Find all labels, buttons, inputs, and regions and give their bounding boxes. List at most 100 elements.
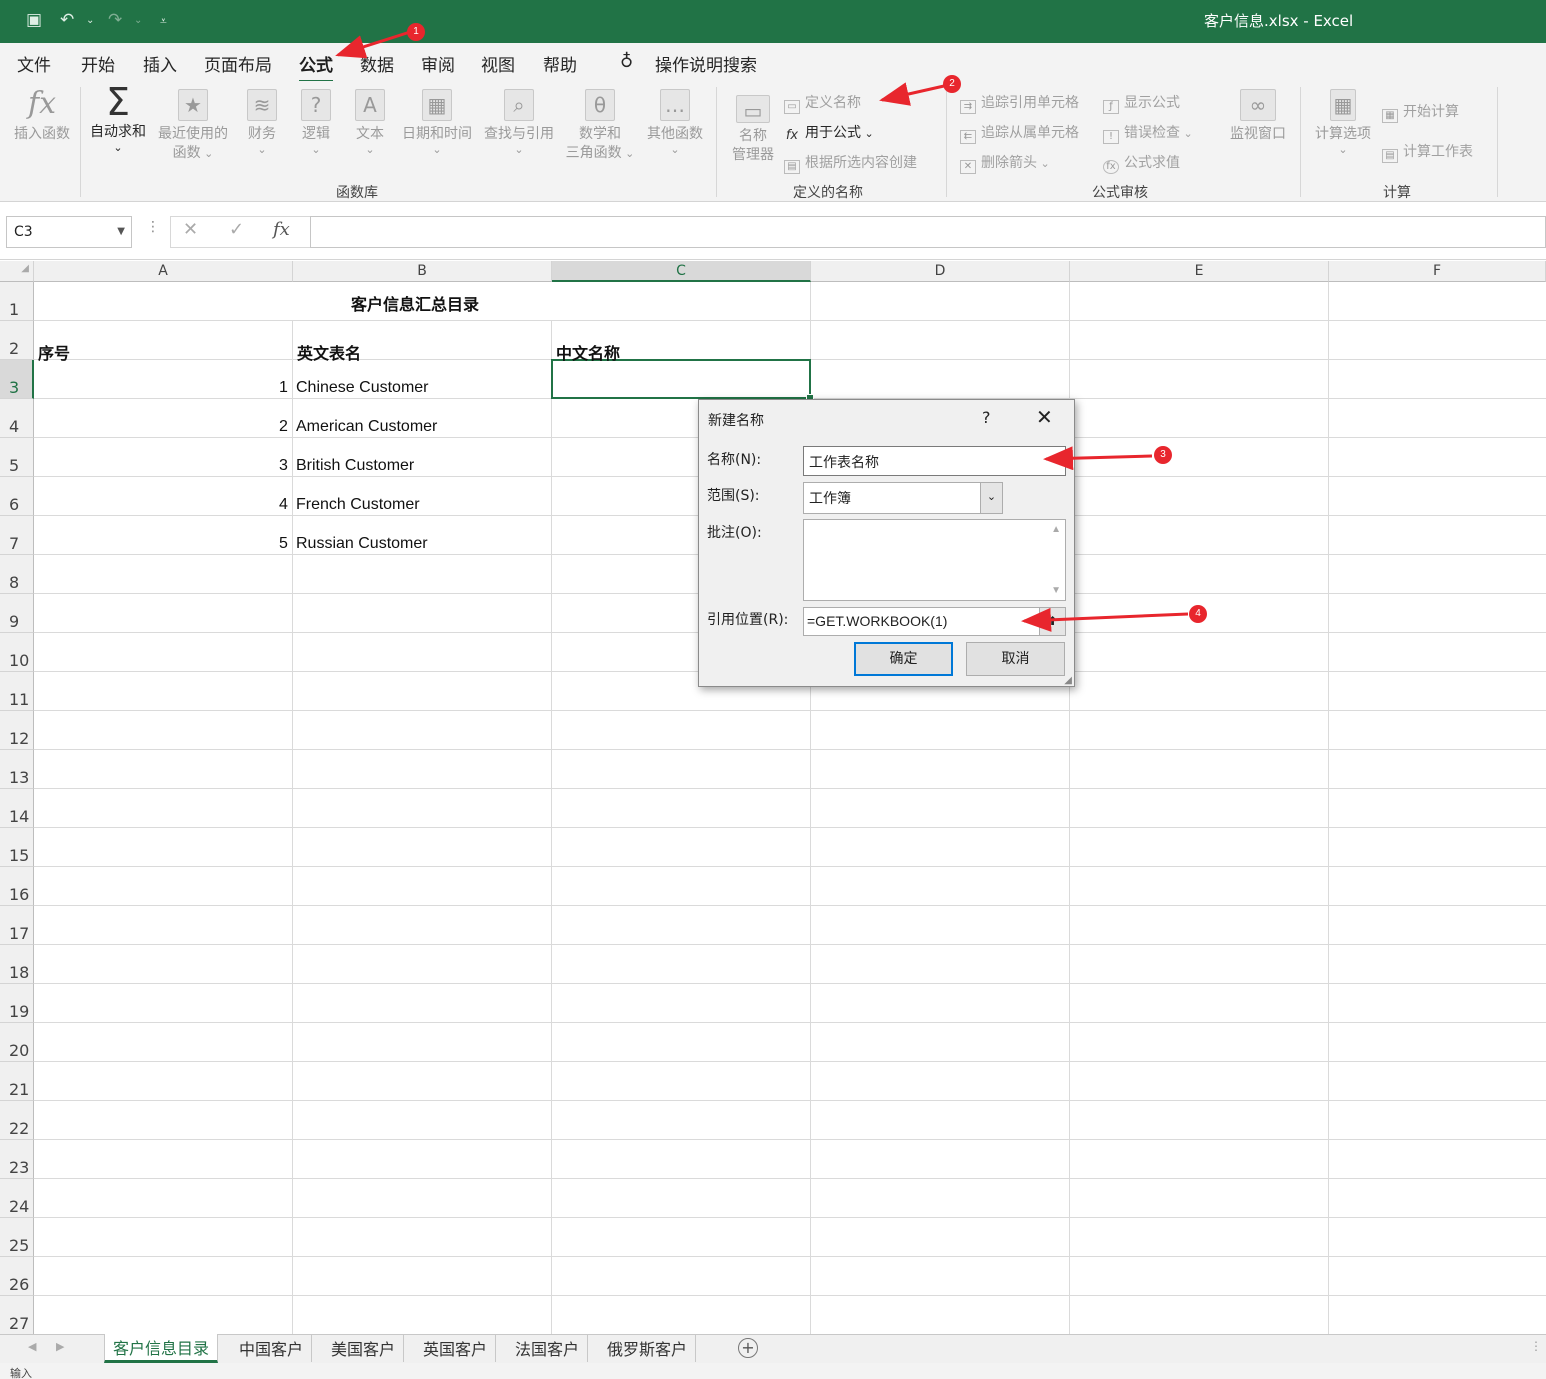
close-icon[interactable]: ✕ — [1036, 405, 1053, 429]
row-header-25[interactable]: 25 — [0, 1218, 34, 1257]
row-header-6[interactable]: 6 — [0, 477, 34, 516]
tab-home[interactable]: 开始 — [81, 51, 115, 76]
lookup-reference-button[interactable]: ⌕ 查找与引用 ⌄ — [480, 89, 558, 156]
row-header-12[interactable]: 12 — [0, 711, 34, 750]
chevron-down-icon[interactable]: ⌄ — [980, 483, 1002, 513]
show-formulas-button[interactable]: ƒ 显示公式 — [1103, 92, 1180, 114]
tab-insert[interactable]: 插入 — [143, 51, 177, 76]
formula-input[interactable] — [310, 216, 1546, 248]
cancel-icon[interactable]: ✕ — [183, 219, 198, 240]
row-header-16[interactable]: 16 — [0, 867, 34, 906]
sheet-tab-china[interactable]: 中国客户 — [231, 1335, 313, 1362]
autosum-button[interactable]: Σ 自动求和 ⌄ — [86, 83, 150, 154]
add-sheet-icon[interactable]: + — [738, 1338, 758, 1358]
calculation-options-button[interactable]: ▦ 计算选项 ⌄ — [1310, 89, 1376, 156]
math-trig-button[interactable]: θ 数学和 三角函数 ⌄ — [560, 89, 640, 163]
tab-help[interactable]: 帮助 — [543, 51, 577, 76]
sheet-tab-france[interactable]: 法国客户 — [507, 1335, 589, 1362]
ok-button[interactable]: 确定 — [854, 642, 953, 676]
row-header-1[interactable]: 1 — [0, 282, 34, 321]
row-header-23[interactable]: 23 — [0, 1140, 34, 1179]
row-header-20[interactable]: 20 — [0, 1023, 34, 1062]
scroll-left-icon[interactable]: ◀ — [28, 1340, 36, 1353]
undo-dropdown-icon[interactable]: ⌄ — [86, 15, 94, 26]
redo-icon[interactable]: ↷ — [108, 10, 122, 30]
redo-dropdown-icon[interactable]: ⌄ — [134, 15, 142, 26]
row-header-15[interactable]: 15 — [0, 828, 34, 867]
customize-toolbar-icon[interactable]: ⩡ — [160, 14, 167, 29]
row-header-3[interactable]: 3 — [0, 360, 34, 399]
row-header-2[interactable]: 2 — [0, 321, 34, 360]
row-header-4[interactable]: 4 — [0, 399, 34, 438]
row-header-26[interactable]: 26 — [0, 1257, 34, 1296]
row-header-8[interactable]: 8 — [0, 555, 34, 594]
row-header-13[interactable]: 13 — [0, 750, 34, 789]
chevron-down-icon[interactable]: ▼ — [117, 226, 125, 237]
tab-formulas[interactable]: 公式 — [299, 51, 333, 83]
collapse-dialog-icon[interactable]: ⬆ — [1039, 607, 1066, 636]
trace-precedents-button[interactable]: ⇉ 追踪引用单元格 — [960, 92, 1079, 114]
undo-icon[interactable]: ↶ — [60, 10, 74, 30]
enter-check-icon[interactable]: ✓ — [229, 219, 244, 240]
column-header-e[interactable]: E — [1070, 261, 1329, 282]
comment-textarea[interactable]: ▲ ▼ — [803, 519, 1066, 601]
selected-cell-c3[interactable] — [551, 359, 814, 402]
cancel-button[interactable]: 取消 — [966, 642, 1065, 676]
tab-data[interactable]: 数据 — [360, 51, 394, 76]
help-button[interactable]: ? — [982, 408, 991, 427]
scroll-up-icon[interactable]: ▲ — [1051, 524, 1061, 535]
name-input[interactable]: 工作表名称 — [803, 446, 1066, 476]
sheet-tab-uk[interactable]: 英国客户 — [415, 1335, 497, 1362]
sheet-tab-directory[interactable]: 客户信息目录 — [104, 1334, 219, 1363]
select-all-corner[interactable]: ◢ — [0, 261, 34, 282]
row-header-22[interactable]: 22 — [0, 1101, 34, 1140]
logical-button[interactable]: ? 逻辑 ⌄ — [294, 89, 338, 156]
recent-functions-button[interactable]: ★ 最近使用的 函数 ⌄ — [153, 89, 233, 163]
row-header-27[interactable]: 27 — [0, 1296, 34, 1335]
create-from-selection-button[interactable]: ▤ 根据所选内容创建 — [784, 152, 917, 174]
scroll-right-icon[interactable]: ▶ — [56, 1340, 64, 1353]
use-in-formula-button[interactable]: fx 用于公式 ⌄ — [784, 122, 874, 144]
row-header-17[interactable]: 17 — [0, 906, 34, 945]
name-manager-button[interactable]: ▭ 名称 管理器 — [726, 95, 780, 165]
save-icon[interactable]: ▣ — [26, 10, 42, 30]
calculate-sheet-button[interactable]: ▤ 计算工作表 — [1382, 141, 1473, 163]
column-header-a[interactable]: A — [34, 261, 293, 282]
define-name-button[interactable]: ▭ 定义名称 — [784, 92, 861, 114]
row-header-24[interactable]: 24 — [0, 1179, 34, 1218]
resize-grip-icon[interactable]: ◢ — [1064, 675, 1072, 686]
column-header-f[interactable]: F — [1329, 261, 1546, 282]
column-header-c[interactable]: C — [552, 261, 811, 282]
evaluate-formula-button[interactable]: fx 公式求值 — [1103, 152, 1180, 174]
sheet-tab-usa[interactable]: 美国客户 — [323, 1335, 405, 1362]
remove-arrows-button[interactable]: ✕ 删除箭头 ⌄ — [960, 152, 1050, 174]
row-header-21[interactable]: 21 — [0, 1062, 34, 1101]
calculate-now-button[interactable]: ▦ 开始计算 — [1382, 101, 1459, 123]
error-checking-button[interactable]: ! 错误检查 ⌄ — [1103, 122, 1193, 144]
tell-me-search[interactable]: 操作说明搜索 — [655, 51, 757, 76]
name-box[interactable]: C3 ▼ — [6, 216, 132, 248]
tab-view[interactable]: 视图 — [481, 51, 515, 76]
column-header-d[interactable]: D — [811, 261, 1070, 282]
row-header-10[interactable]: 10 — [0, 633, 34, 672]
financial-button[interactable]: ≋ 财务 ⌄ — [240, 89, 284, 156]
row-header-19[interactable]: 19 — [0, 984, 34, 1023]
scroll-down-icon[interactable]: ▼ — [1051, 585, 1061, 596]
tab-file[interactable]: 文件 — [17, 51, 51, 76]
tab-page-layout[interactable]: 页面布局 — [204, 51, 272, 76]
row-header-9[interactable]: 9 — [0, 594, 34, 633]
row-header-18[interactable]: 18 — [0, 945, 34, 984]
row-header-11[interactable]: 11 — [0, 672, 34, 711]
scope-select[interactable]: 工作簿 ⌄ — [803, 482, 1003, 514]
refers-to-input[interactable]: =GET.WORKBOOK(1) — [803, 607, 1040, 636]
column-header-b[interactable]: B — [293, 261, 552, 282]
row-header-7[interactable]: 7 — [0, 516, 34, 555]
date-time-button[interactable]: ▦ 日期和时间 ⌄ — [398, 89, 476, 156]
more-functions-button[interactable]: … 其他函数 ⌄ — [643, 89, 707, 156]
watch-window-button[interactable]: ∞ 监视窗口 — [1226, 89, 1290, 144]
tab-review[interactable]: 审阅 — [421, 51, 455, 76]
insert-function-button[interactable]: fx 插入函数 — [10, 89, 74, 144]
trace-dependents-button[interactable]: ⇇ 追踪从属单元格 — [960, 122, 1079, 144]
row-header-14[interactable]: 14 — [0, 789, 34, 828]
row-header-5[interactable]: 5 — [0, 438, 34, 477]
